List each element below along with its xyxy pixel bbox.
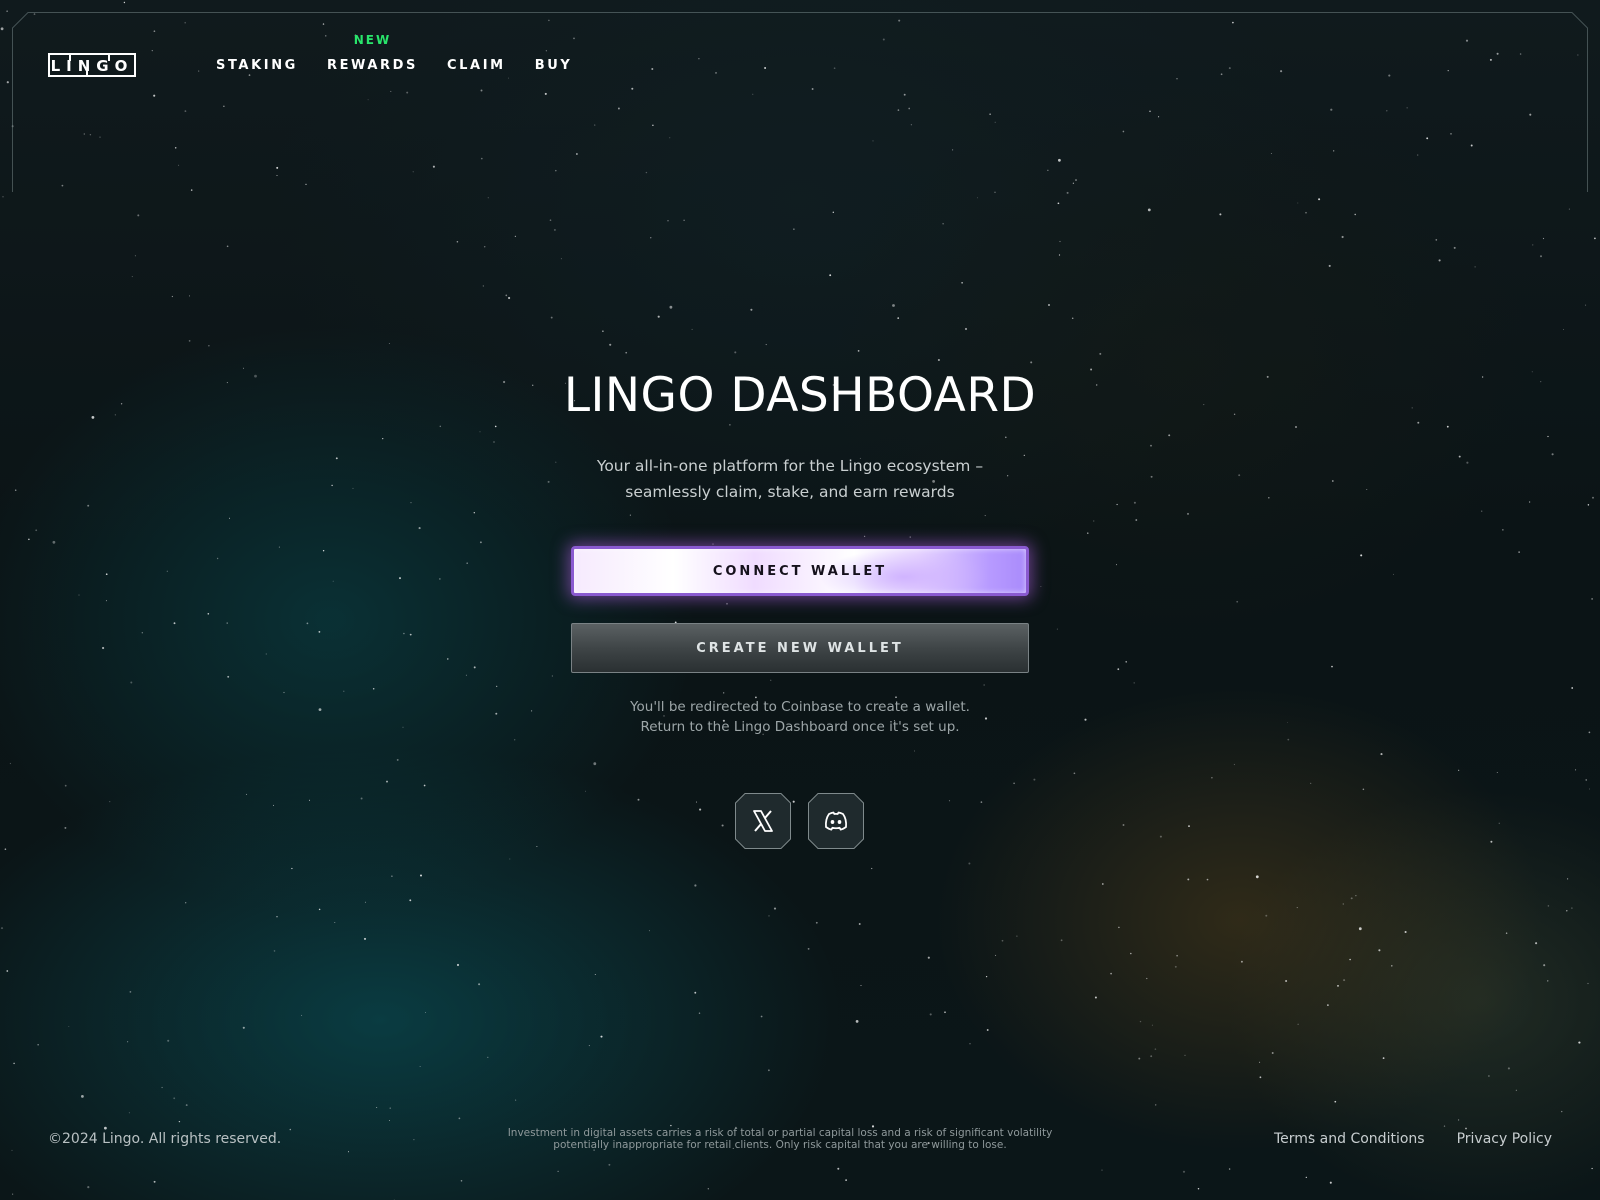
nav-item-label: STAKING xyxy=(216,58,298,73)
page-background: LINGO STAKING NEW REWARDS CLAIM BUY LING… xyxy=(0,0,1600,1200)
discord-social-button[interactable] xyxy=(808,793,864,849)
subtitle-line: Your all-in-one platform for the Lingo e… xyxy=(596,457,984,475)
logo-text: LINGO xyxy=(51,57,134,75)
page-frame xyxy=(12,12,1588,192)
nav-item-label: BUY xyxy=(534,58,573,73)
redirect-note: You'll be redirected to Coinbase to crea… xyxy=(540,697,1060,737)
terms-link[interactable]: Terms and Conditions xyxy=(1274,1130,1425,1148)
main-nav: STAKING NEW REWARDS CLAIM BUY xyxy=(216,33,601,78)
new-badge: NEW xyxy=(353,33,392,47)
privacy-link[interactable]: Privacy Policy xyxy=(1457,1130,1552,1148)
page-subtitle: Your all-in-one platform for the Lingo e… xyxy=(550,453,1030,505)
page-title: LINGO DASHBOARD xyxy=(563,368,1037,423)
connect-wallet-button[interactable]: CONNECT WALLET xyxy=(571,546,1029,596)
nav-item-rewards[interactable]: NEW REWARDS xyxy=(326,33,419,78)
x-social-button[interactable] xyxy=(735,793,791,849)
subtitle-line: seamlessly claim, stake, and earn reward… xyxy=(625,483,955,501)
create-new-wallet-button[interactable]: CREATE NEW WALLET xyxy=(571,623,1029,673)
nav-item-staking[interactable]: STAKING xyxy=(216,54,298,78)
risk-disclaimer: Investment in digital assets carries a r… xyxy=(480,1127,1080,1151)
lingo-logo[interactable]: LINGO xyxy=(48,53,136,77)
disclaimer-line: potentially inappropriate for retail cli… xyxy=(553,1139,1007,1151)
disclaimer-line: Investment in digital assets carries a r… xyxy=(507,1127,1053,1139)
nav-item-label: CLAIM xyxy=(447,58,506,73)
copyright-text: ©2024 Lingo. All rights reserved. xyxy=(48,1131,282,1147)
starfield-background xyxy=(0,1,1596,1200)
footer-links: Terms and Conditions Privacy Policy xyxy=(1242,1130,1552,1148)
note-line: You'll be redirected to Coinbase to crea… xyxy=(630,699,970,715)
create-new-wallet-label: CREATE NEW WALLET xyxy=(696,640,904,656)
nav-item-claim[interactable]: CLAIM xyxy=(447,54,506,78)
note-line: Return to the Lingo Dashboard once it's … xyxy=(640,719,960,735)
nav-item-label: REWARDS xyxy=(326,58,419,73)
connect-wallet-label: CONNECT WALLET xyxy=(712,563,888,579)
nav-item-buy[interactable]: BUY xyxy=(535,54,573,78)
